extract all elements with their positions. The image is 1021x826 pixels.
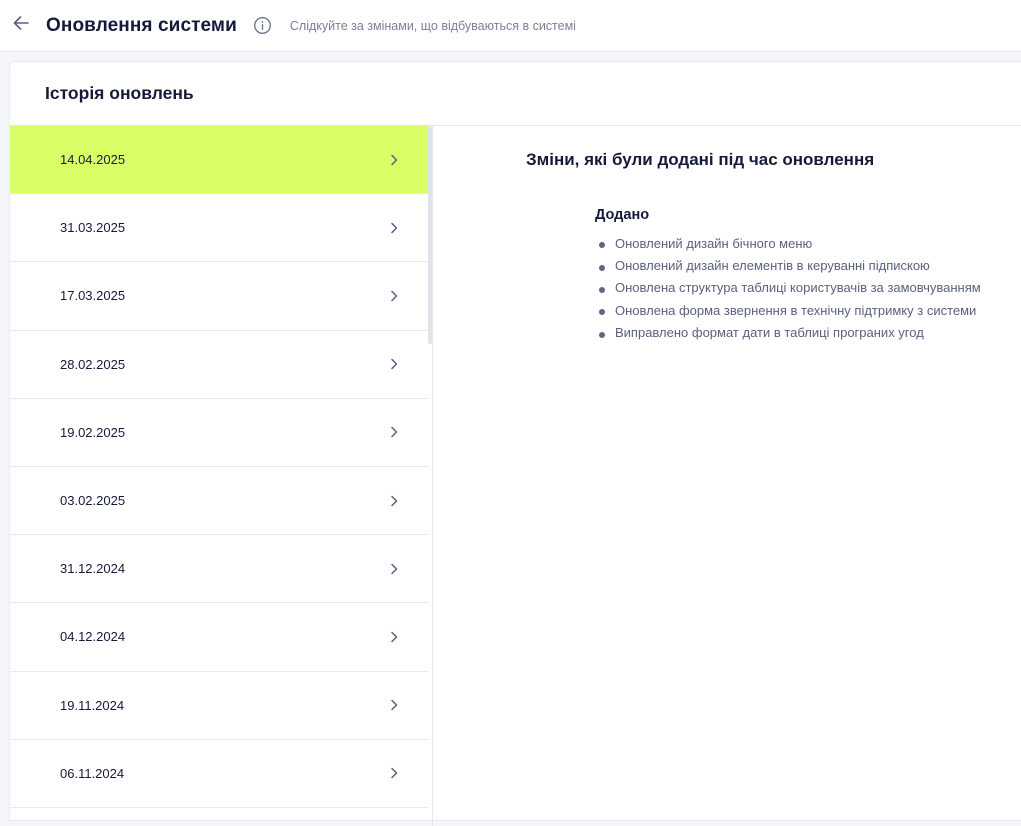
chevron-right-icon xyxy=(388,222,400,234)
change-text: Оновлена форма звернення в технічну підт… xyxy=(615,302,977,318)
change-text: Виправлено формат дати в таблиці програн… xyxy=(615,325,924,341)
chevron-right-icon xyxy=(388,563,400,575)
history-item-date: 28.02.2025 xyxy=(60,356,126,372)
chevron-right-icon xyxy=(388,290,400,302)
info-circle-icon[interactable] xyxy=(253,16,273,36)
history-item-date: 31.03.2025 xyxy=(60,220,126,236)
history-item-date: 31.12.2024 xyxy=(60,561,126,577)
page-title: Оновлення системи xyxy=(46,14,237,36)
chevron-right-icon xyxy=(388,699,400,711)
change-text: Оновлена структура таблиці користувачів … xyxy=(615,280,981,296)
history-item-date: 19.11.2024 xyxy=(60,697,125,713)
chevron-right-icon xyxy=(388,358,400,370)
history-item-date: 19.02.2025 xyxy=(60,424,126,440)
chevron-right-icon xyxy=(388,631,400,643)
page-subtitle: Слідкуйте за змінами, що відбуваються в … xyxy=(289,18,576,33)
change-item: Оновлений дизайн елементів в керуванні п… xyxy=(595,254,981,276)
chevron-right-icon xyxy=(388,426,400,438)
history-item[interactable]: 19.11.2024 xyxy=(10,671,428,740)
history-item-date: 06.11.2024 xyxy=(60,765,125,781)
history-title: Історія оновлень xyxy=(45,83,194,103)
change-item: Виправлено формат дати в таблиці програн… xyxy=(595,322,981,344)
change-item: Оновлений дизайн бічного меню xyxy=(595,232,981,254)
history-item-date: 03.02.2025 xyxy=(60,493,126,509)
bullet-dot-icon xyxy=(599,242,605,249)
change-item: Оновлена структура таблиці користувачів … xyxy=(595,277,981,299)
chevron-right-icon xyxy=(388,154,400,166)
added-section: Додано Оновлений дизайн бічного меню Оно… xyxy=(595,207,981,344)
history-item[interactable]: 28.02.2025 xyxy=(10,330,428,399)
bullet-dot-icon xyxy=(599,309,605,316)
change-text: Оновлений дизайн бічного меню xyxy=(615,235,813,251)
arrow-left-icon xyxy=(12,14,30,37)
history-item-date: 17.03.2025 xyxy=(60,288,126,304)
history-item[interactable]: 17.03.2025 xyxy=(10,262,428,331)
back-button[interactable] xyxy=(1,6,41,46)
details-title: Зміни, які були додані під час оновлення xyxy=(526,150,875,169)
history-item[interactable]: 31.12.2024 xyxy=(10,535,428,604)
history-item[interactable]: 03.02.2025 xyxy=(10,466,428,536)
history-item[interactable]: 04.12.2024 xyxy=(10,603,428,672)
card-header: Історія оновлень xyxy=(10,62,1021,126)
history-item[interactable]: 31.03.2025 xyxy=(10,194,428,263)
update-details-panel: Зміни, які були додані під час оновлення… xyxy=(433,126,1021,826)
bullet-dot-icon xyxy=(599,264,605,271)
history-item[interactable]: 14.04.2025 xyxy=(10,126,428,195)
update-history-list: 14.04.2025 31.03.2025 17.03.2025 28.02.2… xyxy=(10,126,428,826)
history-item-date: 04.12.2024 xyxy=(60,629,126,645)
chevron-right-icon xyxy=(388,495,400,507)
change-text: Оновлений дизайн елементів в керуванні п… xyxy=(615,258,930,274)
chevron-right-icon xyxy=(388,767,400,779)
history-item[interactable]: 19.02.2025 xyxy=(10,398,428,467)
history-item[interactable]: 06.11.2024 xyxy=(10,739,428,808)
bullet-dot-icon xyxy=(599,331,605,338)
bullet-dot-icon xyxy=(599,286,605,293)
history-item-date: 14.04.2025 xyxy=(60,152,126,168)
change-list: Оновлений дизайн бічного меню Оновлений … xyxy=(595,232,981,344)
change-item: Оновлена форма звернення в технічну підт… xyxy=(595,299,981,321)
section-title: Додано xyxy=(595,207,650,223)
updates-card: Історія оновлень 14.04.2025 31.03.2025 1… xyxy=(9,61,1021,826)
top-bar: Оновлення системи Слідкуйте за змінами, … xyxy=(0,0,1021,52)
